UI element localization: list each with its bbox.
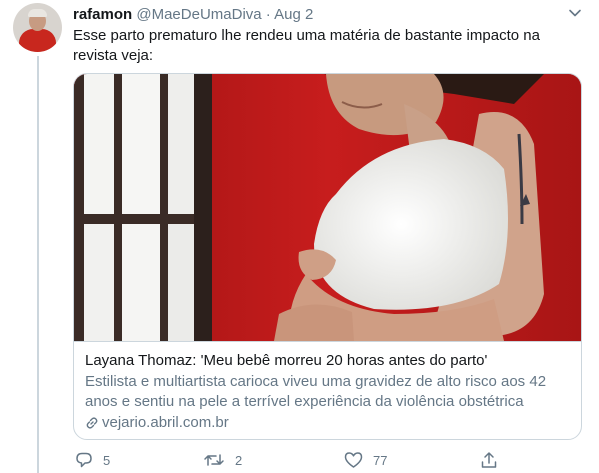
separator: · [265, 6, 271, 23]
link-icon [86, 417, 98, 429]
tweet-header: rafamon @MaeDeUmaDiva · Aug 2 [73, 5, 313, 25]
share-button[interactable] [480, 451, 508, 469]
card-title[interactable]: Layana Thomaz: 'Meu bebê morreu 20 horas… [85, 351, 571, 371]
tweet-date[interactable]: Aug 2 [274, 6, 313, 23]
card-domain[interactable]: vejario.abril.com.br [85, 413, 571, 433]
author-handle[interactable]: @MaeDeUmaDiva [136, 6, 261, 23]
tweet-actions: 5 2 77 [73, 451, 503, 471]
heart-icon [344, 452, 363, 468]
retweet-icon [204, 454, 224, 466]
like-count: 77 [373, 452, 388, 468]
like-button[interactable]: 77 [344, 451, 387, 469]
retweet-count: 2 [235, 452, 243, 468]
tweet-text: Esse parto prematuro lhe rendeu uma maté… [73, 27, 540, 64]
author-name[interactable]: rafamon [73, 6, 132, 23]
card-body: Layana Thomaz: 'Meu bebê morreu 20 horas… [74, 341, 581, 439]
card-image [74, 74, 581, 341]
reply-icon [76, 452, 92, 468]
share-icon [481, 452, 497, 468]
reply-button[interactable]: 5 [75, 451, 110, 469]
link-card[interactable]: Layana Thomaz: 'Meu bebê morreu 20 horas… [73, 73, 582, 440]
card-domain-text: vejario.abril.com.br [102, 414, 229, 431]
card-description: Estilista e multiartista carioca viveu u… [85, 373, 547, 410]
reply-count: 5 [103, 452, 111, 468]
retweet-button[interactable]: 2 [203, 451, 242, 469]
thread-line [37, 56, 39, 473]
chevron-down-icon[interactable] [568, 6, 582, 20]
avatar[interactable] [13, 3, 62, 52]
pregnant-woman-photo [74, 74, 581, 341]
